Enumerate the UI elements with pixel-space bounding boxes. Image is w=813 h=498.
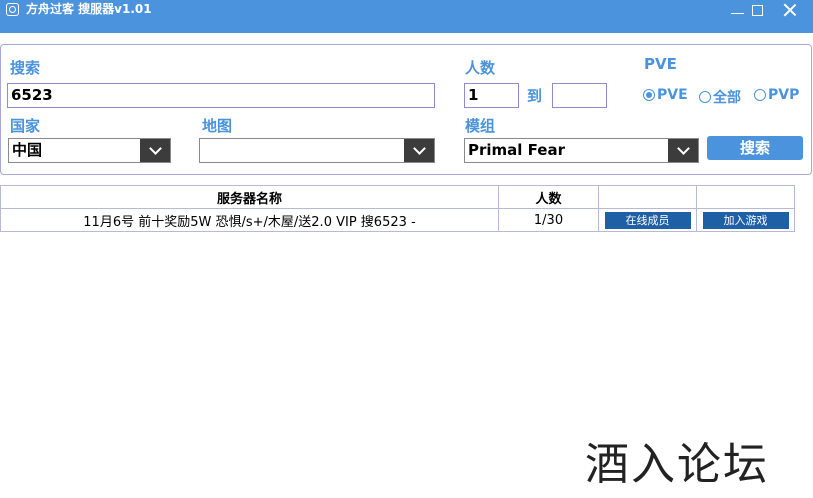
mod-select[interactable]: Primal Fear: [464, 138, 699, 163]
column-header-name: 服务器名称: [0, 185, 499, 209]
radio-pvp[interactable]: PVP: [754, 87, 799, 103]
radio-pve-label: PVE: [657, 87, 688, 103]
mod-value: Primal Fear: [468, 141, 565, 159]
players-label: 人数: [465, 59, 496, 77]
column-header-members: [598, 185, 697, 209]
country-select[interactable]: 中国: [8, 138, 171, 163]
server-name-cell: 11月6号 前十奖励5W 恐惧/s+/木屋/送2.0 VIP 搜6523 -: [0, 208, 499, 232]
search-input[interactable]: 6523: [7, 83, 435, 108]
column-header-join: [696, 185, 795, 209]
maximize-button[interactable]: [742, 0, 772, 20]
players-to-label: 到: [527, 87, 543, 105]
mod-label: 模组: [465, 117, 496, 135]
search-button[interactable]: 搜索: [707, 136, 803, 160]
app-clock-icon: [6, 3, 19, 16]
window-title: 方舟过客 搜服器v1.01: [26, 2, 152, 16]
search-label: 搜索: [10, 59, 41, 77]
radio-all[interactable]: 全部: [699, 87, 741, 107]
table-header-row: 服务器名称 人数: [0, 185, 795, 209]
watermark: 酒入论坛: [585, 439, 769, 490]
title-bar: 方舟过客 搜服器v1.01: [0, 0, 813, 33]
players-max-input[interactable]: [552, 83, 607, 108]
radio-unchecked-icon: [699, 91, 711, 103]
members-cell: 在线成员: [598, 208, 697, 232]
chevron-down-icon: [140, 139, 170, 162]
players-min-input[interactable]: 1: [464, 83, 519, 108]
chevron-down-icon: [668, 139, 698, 162]
join-game-button[interactable]: 加入游戏: [702, 211, 789, 229]
country-value: 中国: [12, 141, 43, 159]
column-header-players: 人数: [498, 185, 599, 209]
radio-pve[interactable]: PVE: [643, 87, 688, 103]
radio-unchecked-icon: [754, 89, 766, 101]
map-select[interactable]: [199, 138, 435, 163]
close-icon: [783, 3, 797, 17]
radio-pvp-label: PVP: [768, 87, 800, 103]
close-button[interactable]: [775, 0, 805, 20]
radio-all-label: 全部: [713, 90, 741, 106]
join-cell: 加入游戏: [696, 208, 795, 232]
chevron-down-icon: [404, 139, 434, 162]
online-members-button[interactable]: 在线成员: [604, 211, 691, 229]
radio-checked-icon: [643, 89, 655, 101]
country-label: 国家: [10, 117, 41, 135]
server-table: 服务器名称 人数 11月6号 前十奖励5W 恐惧/s+/木屋/送2.0 VIP …: [0, 185, 795, 232]
server-players-cell: 1/30: [498, 208, 599, 232]
map-label: 地图: [202, 117, 233, 135]
mode-label: PVE: [644, 55, 677, 73]
table-row[interactable]: 11月6号 前十奖励5W 恐惧/s+/木屋/送2.0 VIP 搜6523 - 1…: [0, 208, 795, 232]
maximize-icon: [751, 4, 763, 16]
